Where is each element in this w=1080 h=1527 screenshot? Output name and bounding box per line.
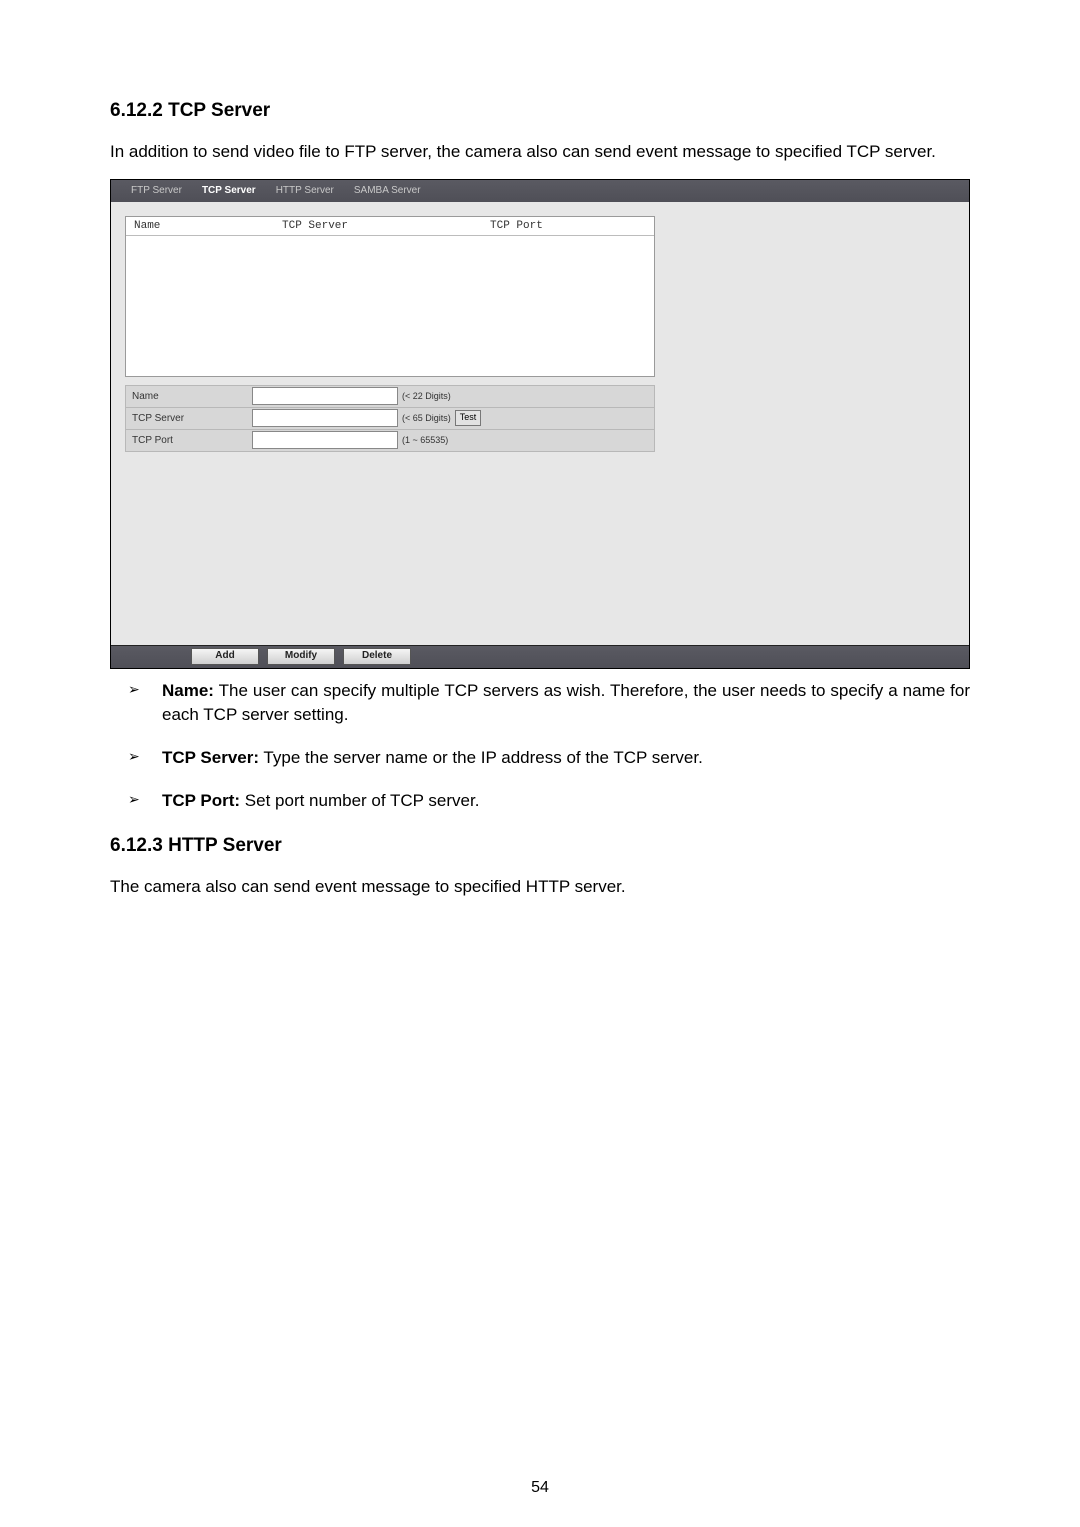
list-header: Name TCP Server TCP Port [126, 217, 654, 236]
ui-body: Name TCP Server TCP Port Name (< 22 Digi… [111, 202, 969, 452]
tab-http-server[interactable]: HTTP Server [266, 181, 344, 200]
embedded-config-ui: FTP Server TCP Server HTTP Server SAMBA … [110, 179, 970, 669]
tab-bar: FTP Server TCP Server HTTP Server SAMBA … [111, 180, 969, 202]
add-button[interactable]: Add [191, 648, 259, 665]
form-area: Name (< 22 Digits) TCP Server (< 65 Digi… [125, 385, 655, 452]
page-number: 54 [0, 1479, 1080, 1497]
col-header-name: Name [126, 220, 274, 232]
section-heading-http-server: 6.12.3 HTTP Server [110, 835, 970, 857]
bullet-list: Name: The user can specify multiple TCP … [110, 679, 970, 814]
bullet-tcp-server-term: TCP Server: [162, 748, 259, 767]
bullet-name-desc: The user can specify multiple TCP server… [162, 681, 970, 725]
tab-tcp-server[interactable]: TCP Server [192, 181, 266, 200]
tab-ftp-server[interactable]: FTP Server [121, 181, 192, 200]
bullet-tcp-port-desc: Set port number of TCP server. [240, 791, 479, 810]
bottom-button-bar: Add Modify Delete [111, 645, 969, 668]
label-tcp-server: TCP Server [126, 413, 252, 424]
label-name: Name [126, 391, 252, 402]
label-tcp-port: TCP Port [126, 435, 252, 446]
hint-tcp-server: (< 65 Digits) [402, 413, 451, 423]
bullet-tcp-server-desc: Type the server name or the IP address o… [259, 748, 703, 767]
row-name: Name (< 22 Digits) [125, 385, 655, 407]
list-body-empty[interactable] [126, 236, 654, 376]
row-tcp-port: TCP Port (1 ~ 65535) [125, 429, 655, 452]
test-button[interactable]: Test [455, 410, 482, 426]
server-list: Name TCP Server TCP Port [125, 216, 655, 377]
delete-button[interactable]: Delete [343, 648, 411, 665]
hint-name: (< 22 Digits) [402, 391, 451, 401]
modify-button[interactable]: Modify [267, 648, 335, 665]
input-tcp-server[interactable] [252, 409, 398, 427]
intro-paragraph-1: In addition to send video file to FTP se… [110, 140, 970, 165]
hint-tcp-port: (1 ~ 65535) [402, 435, 448, 445]
bullet-name: Name: The user can specify multiple TCP … [110, 679, 970, 728]
bullet-tcp-port: TCP Port: Set port number of TCP server. [110, 789, 970, 814]
input-name[interactable] [252, 387, 398, 405]
intro-paragraph-2: The camera also can send event message t… [110, 875, 970, 900]
input-tcp-port[interactable] [252, 431, 398, 449]
col-header-tcp-server: TCP Server [274, 220, 482, 232]
bullet-tcp-port-term: TCP Port: [162, 791, 240, 810]
page: 6.12.2 TCP Server In addition to send vi… [0, 0, 1080, 1527]
col-header-tcp-port: TCP Port [482, 220, 654, 232]
row-tcp-server: TCP Server (< 65 Digits) Test [125, 407, 655, 429]
section-heading-tcp-server: 6.12.2 TCP Server [110, 100, 970, 122]
tab-samba-server[interactable]: SAMBA Server [344, 181, 431, 200]
bullet-name-term: Name: [162, 681, 214, 700]
bullet-tcp-server: TCP Server: Type the server name or the … [110, 746, 970, 771]
